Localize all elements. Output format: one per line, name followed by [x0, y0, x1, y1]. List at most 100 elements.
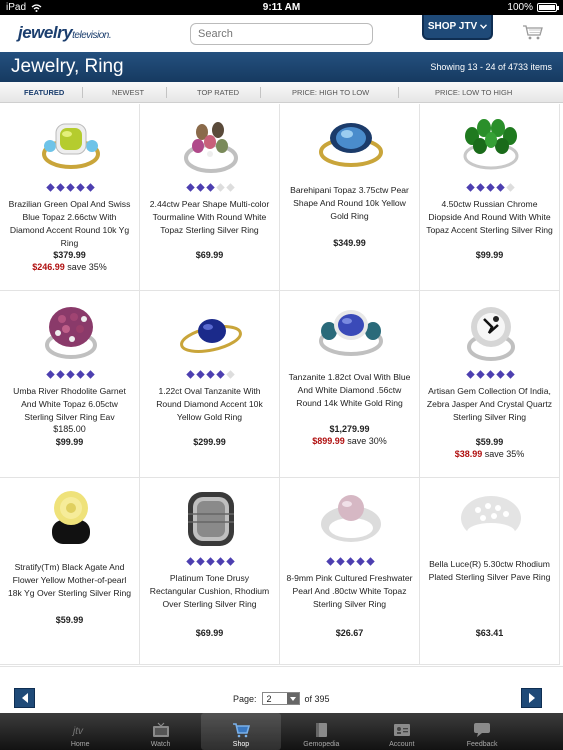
product-name[interactable]: Artisan Gem Collection Of India, Zebra J…: [426, 385, 553, 424]
sort-bar: FEATURED NEWEST TOP RATED PRICE: HIGH TO…: [0, 82, 563, 103]
sort-price-low-high[interactable]: PRICE: LOW TO HIGH: [435, 88, 512, 97]
product-image: [45, 307, 97, 359]
page-select-value: 2: [266, 693, 272, 704]
carrier-label: iPad: [6, 2, 27, 13]
tab-account[interactable]: Account: [362, 713, 442, 750]
tab-label: Account: [389, 741, 415, 748]
tab-gemopedia[interactable]: Gemopedia: [281, 713, 361, 750]
rating-star-filled: [345, 557, 355, 566]
shop-jtv-button[interactable]: SHOP JTV: [422, 15, 493, 40]
rating-star-filled: [85, 183, 95, 192]
rating-star-filled: [45, 370, 55, 379]
shop-jtv-label: SHOP JTV: [427, 21, 478, 32]
product-name[interactable]: Bella Luce(R) 5.30ctw Rhodium Plated Ste…: [426, 558, 553, 584]
rating-star-empty: [225, 370, 235, 379]
product-card[interactable]: 1.22ct Oval Tanzanite With Round Diamond…: [140, 291, 280, 478]
sort-top-rated[interactable]: TOP RATED: [197, 88, 239, 97]
tab-watch[interactable]: Watch: [120, 713, 200, 750]
status-time: 9:11 AM: [262, 2, 301, 13]
rating-star-filled: [355, 557, 365, 566]
rating-star-filled: [45, 183, 55, 192]
product-card[interactable]: Brazilian Green Opal And Swiss Blue Topa…: [0, 104, 140, 291]
carrier: iPad: [6, 2, 86, 13]
app-root: iPad 9:11 AM 100% jewelrytelevision. SHO…: [0, 0, 563, 750]
sale-price: $38.99: [454, 449, 483, 459]
book-icon: [316, 723, 328, 737]
rating-stars: [140, 183, 280, 192]
product-image: [184, 122, 238, 173]
product-name[interactable]: Platinum Tone Drusy Rectangular Cushion,…: [146, 572, 273, 611]
product-name[interactable]: 2.44ctw Pear Shape Multi-color Tourmalin…: [146, 198, 273, 237]
page-select[interactable]: 2: [261, 692, 300, 705]
product-name[interactable]: Umba River Rhodolite Garnet And White To…: [6, 385, 133, 424]
product-name[interactable]: 4.50ctw Russian Chrome Diopside And Roun…: [426, 198, 553, 237]
tab-label: Feedback: [466, 741, 498, 748]
sort-price-high-low[interactable]: PRICE: HIGH TO LOW: [292, 88, 369, 97]
logo-sub: television.: [72, 30, 112, 41]
product-name[interactable]: Tanzanite 1.82ct Oval With Blue And Whit…: [286, 371, 413, 410]
rating-star-filled: [475, 183, 485, 192]
product-name[interactable]: Stratify(Tm) Black Agate And Flower Yell…: [6, 561, 133, 600]
rating-stars: [0, 183, 140, 192]
id-card-icon: [393, 724, 410, 736]
product-price-original: $185.00: [53, 424, 86, 434]
rating-star-filled: [475, 370, 485, 379]
arrow-right-icon: [528, 693, 535, 703]
rating-star-filled: [485, 370, 495, 379]
product-card[interactable]: 8-9mm Pink Cultured Freshwater Pearl And…: [280, 478, 420, 665]
product-card[interactable]: Umba River Rhodolite Garnet And White To…: [0, 291, 140, 478]
product-card[interactable]: 2.44ctw Pear Shape Multi-color Tourmalin…: [140, 104, 280, 291]
rating-star-filled: [495, 183, 505, 192]
rating-star-filled: [225, 557, 235, 566]
product-card[interactable]: Platinum Tone Drusy Rectangular Cushion,…: [140, 478, 280, 665]
rating-star-filled: [55, 370, 65, 379]
save-percent: save 35%: [67, 262, 107, 272]
tab-label: Gemopedia: [303, 741, 340, 748]
tab-feedback[interactable]: Feedback: [442, 713, 522, 750]
rating-star-filled: [205, 370, 215, 379]
cart-icon[interactable]: [522, 24, 544, 40]
product-grid: Brazilian Green Opal And Swiss Blue Topa…: [0, 104, 563, 666]
tab-shop[interactable]: Shop: [200, 713, 282, 750]
sort-featured[interactable]: FEATURED: [24, 88, 64, 97]
product-name[interactable]: Barehipani Topaz 3.75ctw Pear Shape And …: [286, 184, 413, 223]
product-image: [42, 123, 100, 169]
save-percent: save 35%: [484, 449, 525, 459]
rating-stars: [140, 370, 280, 379]
sort-newest[interactable]: NEWEST: [112, 88, 144, 97]
dropdown-arrow-icon: [286, 693, 299, 704]
results-count: Showing 13 - 24 of 4733 items: [430, 62, 552, 72]
product-name[interactable]: Brazilian Green Opal And Swiss Blue Topa…: [6, 198, 133, 250]
wifi-icon: [31, 3, 42, 12]
product-card[interactable]: Bella Luce(R) 5.30ctw Rhodium Plated Ste…: [420, 478, 560, 665]
svg-text:jtv: jtv: [71, 726, 84, 737]
product-card[interactable]: Tanzanite 1.82ct Oval With Blue And Whit…: [280, 291, 420, 478]
tab-home[interactable]: jtv Home: [40, 713, 120, 750]
rating-star-filled: [505, 370, 515, 379]
rating-stars: [280, 557, 420, 566]
product-card[interactable]: Artisan Gem Collection Of India, Zebra J…: [420, 291, 560, 478]
rating-star-filled: [85, 370, 95, 379]
next-page-button[interactable]: [521, 688, 542, 708]
product-card[interactable]: 4.50ctw Russian Chrome Diopside And Roun…: [420, 104, 560, 291]
search-input[interactable]: [190, 23, 373, 45]
rating-star-filled: [365, 557, 375, 566]
prev-page-button[interactable]: [14, 688, 35, 708]
sort-divider: [166, 87, 167, 98]
status-bar: iPad 9:11 AM 100%: [0, 0, 563, 15]
product-price: $26.67: [335, 628, 364, 638]
sort-divider: [82, 87, 83, 98]
sort-divider: [260, 87, 261, 98]
product-name[interactable]: 8-9mm Pink Cultured Freshwater Pearl And…: [286, 572, 413, 611]
save-percent: save 30%: [347, 436, 387, 446]
product-name[interactable]: 1.22ct Oval Tanzanite With Round Diamond…: [146, 385, 273, 424]
rating-star-empty: [225, 183, 235, 192]
product-price: $69.99: [195, 250, 224, 260]
rating-star-filled: [185, 370, 195, 379]
product-card[interactable]: Stratify(Tm) Black Agate And Flower Yell…: [0, 478, 140, 665]
rating-star-filled: [465, 370, 475, 379]
product-image: [319, 310, 383, 356]
rating-star-filled: [75, 183, 85, 192]
jtv-logo[interactable]: jewelrytelevision.: [18, 23, 112, 43]
product-card[interactable]: Barehipani Topaz 3.75ctw Pear Shape And …: [280, 104, 420, 291]
